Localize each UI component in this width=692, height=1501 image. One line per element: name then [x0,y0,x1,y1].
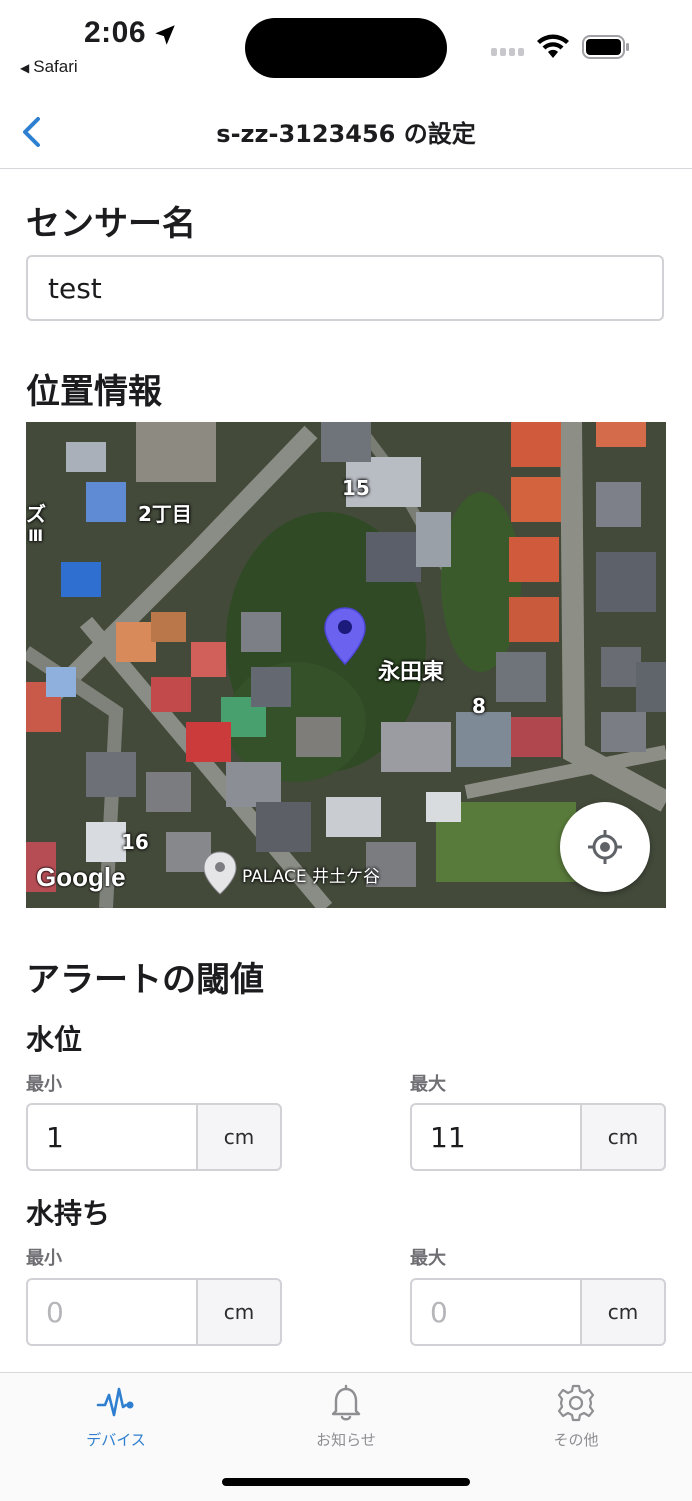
water-level-max-label: 最大 [410,1074,446,1095]
tab-devices-label: デバイス [86,1431,146,1449]
water-hold-max-unit: cm [580,1278,666,1346]
water-level-min-input[interactable] [26,1103,198,1171]
map-pin-icon[interactable] [323,606,367,666]
current-location-button[interactable] [560,802,650,892]
water-hold-min-unit: cm [196,1278,282,1346]
tab-devices[interactable]: デバイス [36,1383,196,1463]
water-level-min-group: cm [26,1103,282,1171]
map-label-palace: PALACE 井土ケ谷 [242,867,381,887]
back-triangle-icon: ◀ [20,61,30,75]
navigation-bar: s-zz-3123456 の設定 [0,96,692,169]
water-level-max-input[interactable] [410,1103,582,1171]
map-label-8: 8 [472,694,486,718]
location-heading: 位置情報 [26,372,162,412]
water-level-max-unit: cm [580,1103,666,1171]
home-indicator[interactable] [222,1478,470,1486]
tab-notifications[interactable]: お知らせ [266,1383,426,1463]
water-hold-min-label: 最小 [26,1248,62,1269]
water-level-min-label: 最小 [26,1074,62,1095]
gear-icon [557,1384,595,1422]
cellular-signal-icon [491,48,527,58]
location-arrow-icon [155,25,175,45]
status-time: 2:06 [84,16,147,49]
water-level-title: 水位 [26,1023,83,1056]
dynamic-island [245,18,447,78]
crosshair-icon [588,830,622,864]
back-to-safari-link[interactable]: ◀ Safari [20,57,78,77]
map-label-edge-2: Ⅲ [28,526,44,545]
map-label-chome: 2丁目 [138,502,192,526]
battery-icon [582,35,629,59]
pulse-icon [96,1387,134,1417]
water-hold-min-group: cm [26,1278,282,1346]
place-marker-icon [203,851,237,895]
map-label-nagatahigashi: 永田東 [378,660,445,685]
google-logo: Google [36,862,126,892]
water-hold-max-label: 最大 [410,1248,446,1269]
map-label-16: 16 [121,830,149,854]
wifi-icon [537,34,569,58]
map-label-15: 15 [342,476,370,500]
water-hold-max-group: cm [410,1278,666,1346]
tab-notifications-label: お知らせ [316,1431,376,1449]
water-hold-max-input[interactable] [410,1278,582,1346]
water-hold-min-input[interactable] [26,1278,198,1346]
alert-threshold-heading: アラートの閾値 [26,960,264,1000]
map-label-edge-1: ズ [26,502,46,526]
bell-icon [331,1384,361,1421]
page-title: s-zz-3123456 の設定 [216,120,476,148]
back-app-label: Safari [33,57,78,76]
tab-other[interactable]: その他 [496,1383,656,1463]
water-level-max-group: cm [410,1103,666,1171]
satellite-map[interactable]: 2丁目 15 永田東 8 16 PALACE 井土ケ谷 ズ Ⅲ Google [26,422,666,908]
water-hold-title: 水持ち [26,1197,111,1230]
sensor-name-heading: センサー名 [26,204,196,244]
water-level-min-unit: cm [196,1103,282,1171]
status-bar: 2:06 ◀ Safari [0,0,692,96]
sensor-name-input[interactable] [26,255,664,321]
tab-other-label: その他 [553,1431,599,1449]
